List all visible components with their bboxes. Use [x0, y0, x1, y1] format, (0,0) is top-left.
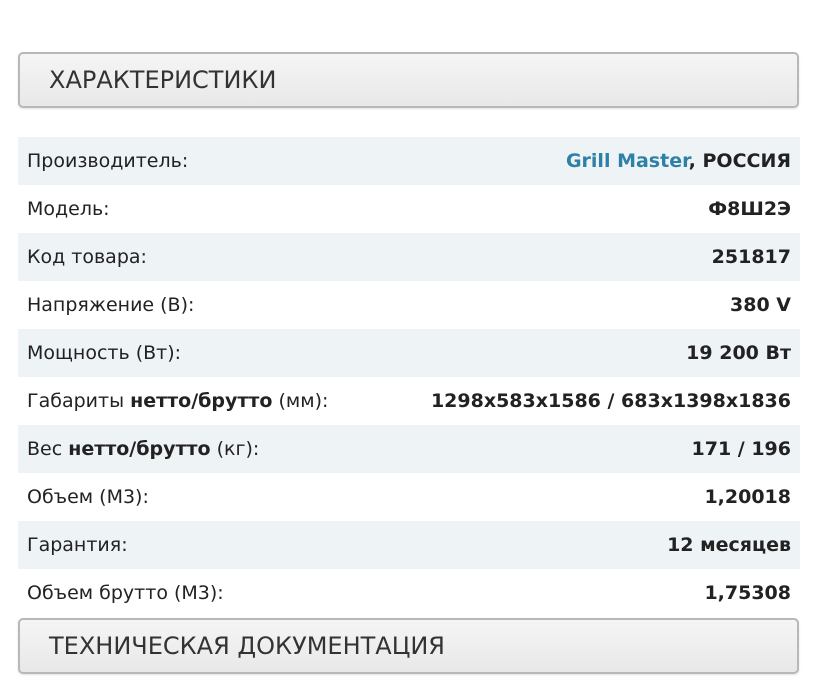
spec-label: Гарантия:: [27, 534, 128, 556]
spec-row-voltage: Напряжение (В): 380 V: [18, 281, 800, 329]
docs-section-header[interactable]: ТЕХНИЧЕСКАЯ ДОКУМЕНТАЦИЯ: [18, 618, 799, 674]
spec-label: Габариты нетто/брутто (мм):: [27, 390, 328, 412]
specs-section-title: ХАРАКТЕРИСТИКИ: [49, 66, 277, 94]
spec-label: Объем (М3):: [27, 486, 149, 508]
spec-label: Мощность (Вт):: [27, 342, 182, 364]
manufacturer-brand-link[interactable]: Grill Master: [566, 150, 689, 172]
spec-label: Производитель:: [27, 150, 189, 172]
spec-row-manufacturer: Производитель: Grill Master, РОССИЯ: [18, 137, 800, 185]
spec-value: 19 200 Вт: [686, 342, 791, 364]
label-post: (кг):: [210, 438, 260, 460]
spec-value: 380 V: [730, 294, 791, 316]
spec-row-sku: Код товара: 251817: [18, 233, 800, 281]
spec-row-power: Мощность (Вт): 19 200 Вт: [18, 329, 800, 377]
spec-label: Напряжение (В):: [27, 294, 195, 316]
spec-value: 12 месяцев: [667, 534, 791, 556]
spec-label: Модель:: [27, 198, 110, 220]
specs-section-header[interactable]: ХАРАКТЕРИСТИКИ: [18, 52, 799, 108]
spec-label: Объем брутто (М3):: [27, 582, 224, 604]
spec-value: 171 / 196: [691, 438, 792, 460]
label-pre: Габариты: [27, 390, 131, 412]
spec-value: 251817: [711, 246, 791, 268]
spec-value: Grill Master, РОССИЯ: [566, 150, 791, 172]
spec-value: 1298x583x1586 / 683x1398x1836: [430, 390, 791, 412]
label-post: (мм):: [272, 390, 329, 412]
label-bold: нетто/брутто: [130, 390, 273, 412]
spec-value: 1,75308: [704, 582, 791, 604]
spec-value: 1,20018: [704, 486, 791, 508]
label-bold: нетто/брутто: [68, 438, 211, 460]
spec-label: Вес нетто/брутто (кг):: [27, 438, 259, 460]
spec-row-model: Модель: Ф8Ш2Э: [18, 185, 800, 233]
specs-table: Производитель: Grill Master, РОССИЯ Моде…: [18, 137, 800, 617]
spec-row-weight: Вес нетто/брутто (кг): 171 / 196: [18, 425, 800, 473]
label-pre: Вес: [27, 438, 69, 460]
spec-row-warranty: Гарантия: 12 месяцев: [18, 521, 800, 569]
docs-section-title: ТЕХНИЧЕСКАЯ ДОКУМЕНТАЦИЯ: [49, 632, 445, 660]
spec-row-dimensions: Габариты нетто/брутто (мм): 1298x583x158…: [18, 377, 800, 425]
spec-value: Ф8Ш2Э: [708, 198, 791, 220]
manufacturer-country: РОССИЯ: [702, 150, 792, 172]
spec-label: Код товара:: [27, 246, 147, 268]
manufacturer-separator: ,: [688, 150, 703, 172]
spec-row-volume: Объем (М3): 1,20018: [18, 473, 800, 521]
spec-row-gross-volume: Объем брутто (М3): 1,75308: [18, 569, 800, 617]
